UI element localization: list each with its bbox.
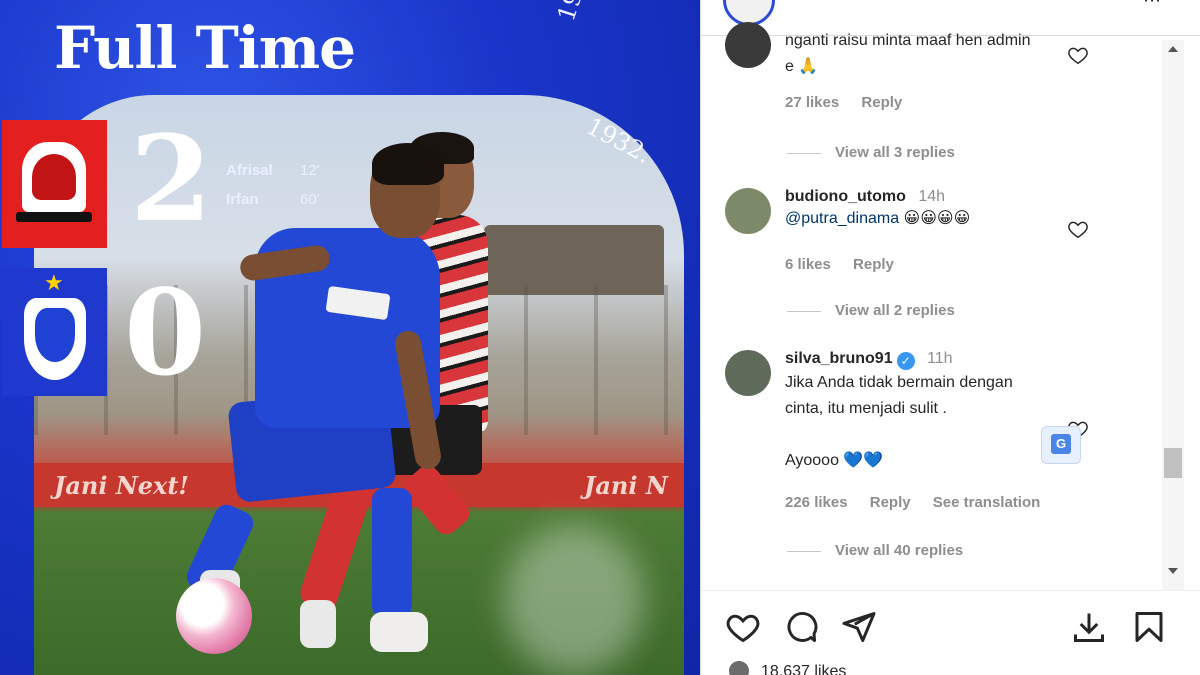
- scroll-thumb[interactable]: [1164, 448, 1182, 478]
- comment-body: budiono_utomo 14h @putra_dinama 😀😀😀😀: [785, 188, 1115, 232]
- heart-icon[interactable]: [1067, 44, 1089, 66]
- madura-united-badge: [2, 120, 107, 248]
- comment-body: nganti raisu minta maaf hen admin e 🙏: [785, 28, 1115, 80]
- post-image: Jani Next! Jani N Full Time 1932.1932. 1…: [0, 0, 700, 675]
- away-score: 0: [124, 263, 207, 402]
- comment-time[interactable]: 14h: [918, 188, 945, 205]
- commenter-avatar[interactable]: [725, 350, 771, 396]
- comment-text: e 🙏: [785, 58, 819, 75]
- likes-count[interactable]: 226 likes: [785, 494, 848, 511]
- like-heart-icon[interactable]: [725, 609, 761, 645]
- bookmark-icon[interactable]: [1131, 609, 1167, 645]
- commenter-avatar[interactable]: [725, 188, 771, 234]
- scroll-down-icon[interactable]: [1168, 568, 1178, 574]
- comment-meta: 27 likes Reply: [785, 94, 920, 111]
- view-replies-link[interactable]: View all 2 replies: [835, 302, 955, 319]
- commenter-username[interactable]: silva_bruno91: [785, 350, 893, 367]
- commenter-avatar[interactable]: [725, 22, 771, 68]
- scorer-name: Afrisal: [226, 162, 273, 179]
- comment-item: silva_bruno91 ✓ 11h Jika Anda tidak berma…: [725, 350, 1145, 580]
- post-actions-bar: 18,637 likes: [701, 590, 1200, 675]
- reply-link[interactable]: Reply: [870, 494, 911, 511]
- post-likes-count[interactable]: 18,637 likes: [761, 663, 846, 675]
- heart-icon[interactable]: [1067, 218, 1089, 240]
- comment-item: budiono_utomo 14h @putra_dinama 😀😀😀😀 6 l…: [725, 188, 1145, 328]
- madura-crest-icon: [22, 142, 86, 212]
- banner-text: Jani Next!: [54, 471, 189, 500]
- reply-link[interactable]: Reply: [853, 256, 894, 273]
- player-madura-boot: [300, 600, 336, 648]
- translate-icon[interactable]: [1041, 426, 1081, 464]
- scorer-minute: 60': [300, 191, 320, 208]
- comment-meta: 6 likes Reply: [785, 256, 912, 273]
- comment-text: nganti raisu minta maaf hen admin: [785, 32, 1031, 49]
- likes-count[interactable]: 27 likes: [785, 94, 839, 111]
- banner-text: Jani N: [584, 471, 668, 500]
- full-time-title: Full Time: [54, 14, 356, 82]
- view-replies-link[interactable]: View all 3 replies: [835, 144, 955, 161]
- see-translation-link[interactable]: See translation: [933, 494, 1041, 511]
- scorer-name: Irfan: [226, 191, 259, 208]
- share-icon[interactable]: [841, 609, 877, 645]
- comment-item: nganti raisu minta maaf hen admin e 🙏 27…: [725, 22, 1145, 172]
- comment-text: Jika Anda tidak bermain dengan: [785, 374, 1013, 391]
- more-options-icon[interactable]: ⋯: [1143, 0, 1161, 11]
- comment-icon[interactable]: [783, 609, 819, 645]
- home-score: 2: [130, 109, 213, 248]
- view-replies-link[interactable]: View all 40 replies: [835, 542, 963, 559]
- comment-text: cinta, itu menjadi sulit .: [785, 400, 947, 417]
- download-icon[interactable]: [1071, 609, 1107, 645]
- football: [176, 578, 252, 654]
- decorative-blur: [504, 525, 644, 675]
- comment-time[interactable]: 11h: [927, 350, 953, 367]
- comment-meta: 226 likes Reply See translation: [785, 494, 1058, 511]
- star-icon: ★: [44, 270, 64, 295]
- psis-crest-icon: [24, 298, 86, 380]
- reply-link[interactable]: Reply: [861, 94, 902, 111]
- player-psis-boot: [370, 612, 428, 652]
- comments-panel: ⋯ nganti raisu minta maaf hen admin e 🙏 …: [700, 0, 1200, 675]
- crest-band: [16, 212, 92, 222]
- player-psis-leg: [372, 488, 412, 618]
- scroll-up-icon[interactable]: [1168, 46, 1178, 52]
- player-psis-hair: [372, 143, 444, 185]
- comments-scrollbar[interactable]: [1162, 40, 1184, 590]
- mention-link[interactable]: @putra_dinama: [785, 210, 899, 227]
- comment-text: 😀😀😀😀: [903, 210, 971, 227]
- commenter-username[interactable]: budiono_utomo: [785, 188, 906, 205]
- liker-avatar: [727, 659, 751, 675]
- likes-count[interactable]: 6 likes: [785, 256, 831, 273]
- psis-badge: ★: [2, 268, 107, 396]
- verified-badge-icon: ✓: [896, 352, 915, 370]
- scorer-minute: 12': [300, 162, 320, 179]
